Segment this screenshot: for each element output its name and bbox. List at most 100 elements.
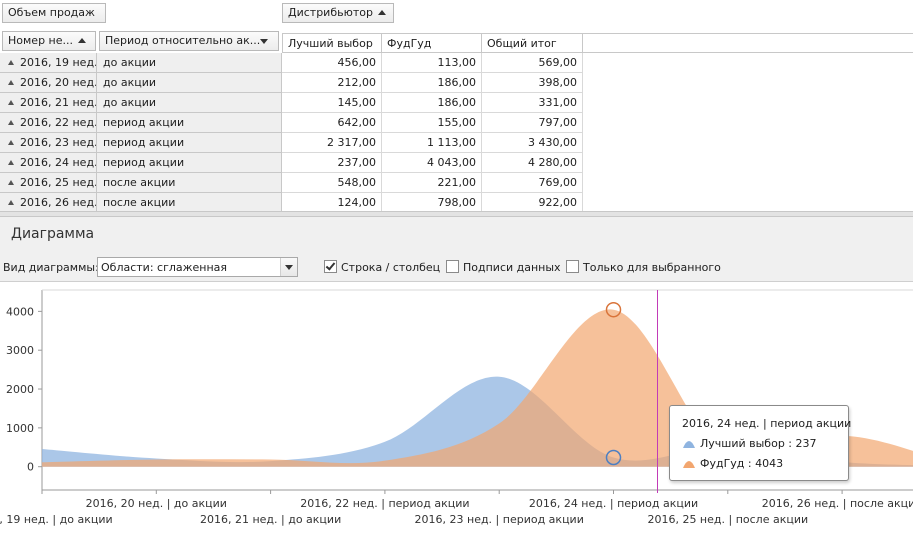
collapse-icon[interactable] <box>8 160 14 165</box>
row-header-period[interactable]: до акции <box>97 93 282 113</box>
collapse-icon[interactable] <box>8 120 14 125</box>
row-column-toggle[interactable]: Строка / столбец <box>324 260 440 274</box>
row-header-period-label: до акции <box>103 96 157 109</box>
data-field-button[interactable]: Объем продаж <box>2 3 106 23</box>
sort-ascending-icon <box>78 38 86 43</box>
x-tick-label: 2016, 25 нед. | после акции <box>647 513 808 526</box>
row-header-week[interactable]: 2016, 21 нед. <box>0 93 97 113</box>
row-header-period-label: период акции <box>103 116 185 129</box>
row-header-week[interactable]: 2016, 26 нед. <box>0 193 97 213</box>
data-cell[interactable]: 186,00 <box>382 73 482 93</box>
data-cell[interactable]: 237,00 <box>282 153 382 173</box>
row-header-period-label: период акции <box>103 156 185 169</box>
data-cell[interactable]: 3 430,00 <box>482 133 583 153</box>
y-tick-label: 4000 <box>6 305 34 318</box>
row-field-period-button[interactable]: Период относительно ак... <box>99 31 279 51</box>
row-field-week-button[interactable]: Номер не... <box>2 31 96 51</box>
data-cell[interactable]: 186,00 <box>382 93 482 113</box>
x-tick-label: 2016, 22 нед. | период акции <box>300 497 469 510</box>
data-cell[interactable]: 331,00 <box>482 93 583 113</box>
chart-area[interactable]: 0 1000 2000 3000 4000 2016, 19 нед. | до акци… <box>0 281 913 537</box>
data-cell[interactable]: 797,00 <box>482 113 583 133</box>
data-cell[interactable]: 548,00 <box>282 173 382 193</box>
column-header-grand-total[interactable]: Общий итог <box>482 33 583 53</box>
row-column-label: Строка / столбец <box>341 261 441 274</box>
row-header-week[interactable]: 2016, 20 нед. <box>0 73 97 93</box>
row-header-week[interactable]: 2016, 19 нед. <box>0 53 97 73</box>
column-header-fudgud[interactable]: ФудГуд <box>382 33 482 53</box>
row-header-period-label: до акции <box>103 76 157 89</box>
pivot-grid: Объем продаж Дистрибьютор Номер не... Пе… <box>0 0 913 213</box>
data-cell[interactable]: 4 043,00 <box>382 153 482 173</box>
row-header-period[interactable]: период акции <box>97 153 282 173</box>
collapse-icon[interactable] <box>8 140 14 145</box>
data-cell[interactable]: 642,00 <box>282 113 382 133</box>
row-header-period[interactable]: после акции <box>97 193 282 213</box>
column-header-spacer <box>583 33 913 53</box>
row-header-period-label: после акции <box>103 196 176 209</box>
row-header-period[interactable]: до акции <box>97 53 282 73</box>
data-cell[interactable]: 569,00 <box>482 53 583 73</box>
data-cell[interactable]: 155,00 <box>382 113 482 133</box>
row-header-week-label: 2016, 19 нед. <box>20 56 97 69</box>
row-field-period-label: Период относительно ак... <box>105 34 261 47</box>
data-cell[interactable]: 212,00 <box>282 73 382 93</box>
row-header-period[interactable]: период акции <box>97 113 282 133</box>
tooltip-title: 2016, 24 нед. | период акции <box>682 417 852 430</box>
tooltip-item-luchshiy-vybor: Лучший выбор : 237 <box>682 437 817 450</box>
chart-type-select[interactable]: Области: сглаженная <box>97 257 298 277</box>
row-header-week-label: 2016, 24 нед. <box>20 156 97 169</box>
diagram-title: Диаграмма <box>11 226 95 242</box>
column-header-luchshiy-vybor[interactable]: Лучший выбор <box>282 33 382 53</box>
selected-only-checkbox[interactable] <box>566 260 579 273</box>
row-header-week[interactable]: 2016, 23 нед. <box>0 133 97 153</box>
row-column-checkbox[interactable] <box>324 260 337 273</box>
collapse-icon[interactable] <box>8 180 14 185</box>
series-area-shape <box>683 441 695 448</box>
pivot-field-area <box>0 0 913 28</box>
series-area-icon <box>683 461 695 468</box>
data-cell[interactable]: 922,00 <box>482 193 583 213</box>
data-cell[interactable]: 124,00 <box>282 193 382 213</box>
row-header-week-label: 2016, 26 нед. <box>20 196 97 209</box>
collapse-icon[interactable] <box>8 200 14 205</box>
diagram-panel: Диаграмма Вид диаграммы: Области: сглаже… <box>0 217 913 537</box>
row-header-week[interactable]: 2016, 25 нед. <box>0 173 97 193</box>
tooltip-item-fudgud: ФудГуд : 4043 <box>682 457 783 470</box>
data-cell[interactable]: 145,00 <box>282 93 382 113</box>
column-header-label: Лучший выбор <box>288 37 373 50</box>
data-cell[interactable]: 798,00 <box>382 193 482 213</box>
data-labels-checkbox[interactable] <box>446 260 459 273</box>
x-tick-label: 2016, 26 нед. | после акции <box>762 497 913 510</box>
data-cell[interactable]: 1 113,00 <box>382 133 482 153</box>
selected-only-toggle[interactable]: Только для выбранного <box>566 260 721 274</box>
chart-tooltip: 2016, 24 нед. | период акции Лучший выбо… <box>669 405 852 481</box>
row-header-period[interactable]: до акции <box>97 73 282 93</box>
selected-only-label: Только для выбранного <box>583 261 721 274</box>
filter-dropdown-icon[interactable] <box>260 39 268 44</box>
row-header-period-label: после акции <box>103 176 176 189</box>
data-cell[interactable]: 769,00 <box>482 173 583 193</box>
tooltip-item-label: Лучший выбор : 237 <box>700 437 817 450</box>
chart-type-value: Области: сглаженная <box>101 261 228 274</box>
data-cell[interactable]: 113,00 <box>382 53 482 73</box>
x-tick-label: 2016, 21 нед. | до акции <box>200 513 341 526</box>
row-header-period[interactable]: после акции <box>97 173 282 193</box>
data-labels-toggle[interactable]: Подписи данных <box>446 260 561 274</box>
sort-ascending-icon <box>377 10 386 15</box>
row-header-period-label: период акции <box>103 136 185 149</box>
collapse-icon[interactable] <box>8 100 14 105</box>
data-cell[interactable]: 221,00 <box>382 173 482 193</box>
data-cell[interactable]: 4 280,00 <box>482 153 583 173</box>
row-header-period[interactable]: период акции <box>97 133 282 153</box>
collapse-icon[interactable] <box>8 60 14 65</box>
data-cell[interactable]: 2 317,00 <box>282 133 382 153</box>
row-header-week[interactable]: 2016, 24 нед. <box>0 153 97 173</box>
data-cell[interactable]: 398,00 <box>482 73 583 93</box>
row-header-week[interactable]: 2016, 22 нед. <box>0 113 97 133</box>
chart-type-dropdown-button[interactable] <box>280 258 297 276</box>
collapse-icon[interactable] <box>8 80 14 85</box>
column-field-button[interactable]: Дистрибьютор <box>282 3 394 23</box>
data-cell[interactable]: 456,00 <box>282 53 382 73</box>
data-field-label: Объем продаж <box>8 6 95 19</box>
